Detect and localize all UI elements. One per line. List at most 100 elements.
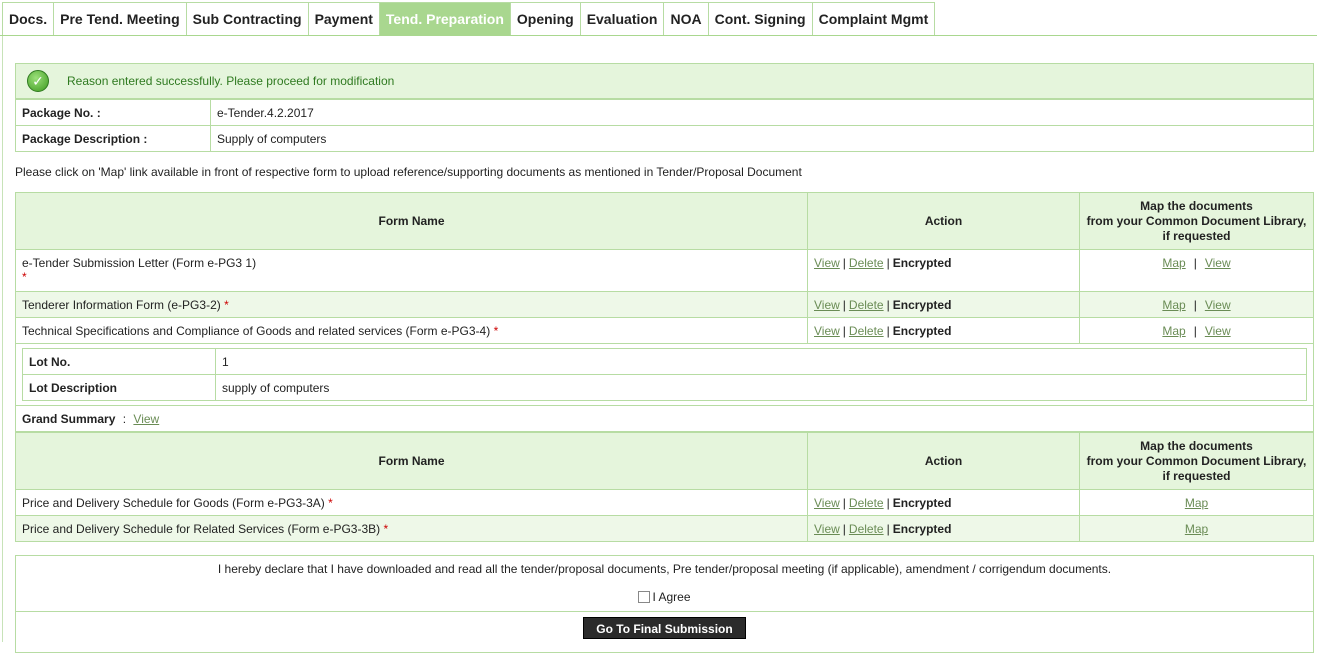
table-row: Price and Delivery Schedule for Goods (F… <box>15 489 1314 516</box>
lot-section: Lot No. 1 Lot Description supply of comp… <box>15 344 1314 406</box>
package-no-label: Package No. : <box>15 99 211 126</box>
map-header-line3: if requested <box>1162 468 1231 483</box>
success-message-bar: ✓ Reason entered successfully. Please pr… <box>15 63 1314 99</box>
delete-link[interactable]: Delete <box>849 256 884 270</box>
table-row: e-Tender Submission Letter (Form e-PG3 1… <box>15 249 1314 292</box>
map-view-link[interactable]: View <box>1205 298 1231 312</box>
tab-sub-contracting[interactable]: Sub Contracting <box>185 2 309 36</box>
lot-no-label: Lot No. <box>22 348 216 375</box>
map-cell: Map <box>1079 515 1314 542</box>
top-tab-bar: Docs. Pre Tend. Meeting Sub Contracting … <box>2 2 936 36</box>
required-marker: * <box>493 323 499 338</box>
lot-no-value: 1 <box>215 348 1307 375</box>
action-cell: View | Delete | Encrypted <box>807 249 1080 292</box>
action-cell: View | Delete | Encrypted <box>807 515 1080 542</box>
package-no-value: e-Tender.4.2.2017 <box>210 99 1314 126</box>
declaration-text: I hereby declare that I have downloaded … <box>217 562 1112 576</box>
tab-cont-signing[interactable]: Cont. Signing <box>707 2 813 36</box>
package-desc-row: Package Description : Supply of computer… <box>15 125 1314 152</box>
delete-link[interactable]: Delete <box>849 324 884 338</box>
required-marker: * <box>328 495 333 510</box>
map-header-line1: Map the documents <box>1140 198 1253 213</box>
package-no-row: Package No. : e-Tender.4.2.2017 <box>15 99 1314 126</box>
page-border <box>2 36 3 642</box>
lot-desc-value: supply of computers <box>215 374 1307 401</box>
action-cell: View | Delete | Encrypted <box>807 291 1080 318</box>
map-header-line2: from your Common Document Library, <box>1086 213 1307 228</box>
table-row: Tenderer Information Form (e-PG3-2) * Vi… <box>15 291 1314 318</box>
form-name-cell: Price and Delivery Schedule for Related … <box>15 515 808 542</box>
tab-evaluation[interactable]: Evaluation <box>579 2 665 36</box>
grand-summary-view-link[interactable]: View <box>133 412 159 426</box>
lot-no-row: Lot No. 1 <box>22 348 1307 375</box>
form-name-cell: Technical Specifications and Compliance … <box>15 317 808 344</box>
action-header: Action <box>807 192 1080 250</box>
grand-summary-row: Grand Summary : View <box>15 406 1314 432</box>
declaration-box: I hereby declare that I have downloaded … <box>15 555 1314 653</box>
view-link[interactable]: View <box>814 324 840 338</box>
form-name: e-Tender Submission Letter (Form e-PG3 1… <box>22 256 257 270</box>
lot-desc-row: Lot Description supply of computers <box>22 374 1307 401</box>
map-link[interactable]: Map <box>1185 496 1208 510</box>
grand-summary-colon: : <box>122 412 127 426</box>
map-view-link[interactable]: View <box>1205 256 1231 270</box>
main-content: ✓ Reason entered successfully. Please pr… <box>15 63 1314 653</box>
view-link[interactable]: View <box>814 522 840 536</box>
forms-header-row: Form Name Action Map the documents from … <box>15 192 1314 250</box>
action-header: Action <box>807 432 1080 490</box>
delete-link[interactable]: Delete <box>849 522 884 536</box>
price-forms-table: Form Name Action Map the documents from … <box>15 432 1314 542</box>
agree-checkbox[interactable] <box>638 590 651 603</box>
forms-table: Form Name Action Map the documents from … <box>15 192 1314 344</box>
tab-noa[interactable]: NOA <box>663 2 709 36</box>
grand-summary-label: Grand Summary <box>22 412 116 426</box>
form-name: Tenderer Information Form (e-PG3-2) <box>22 297 221 312</box>
map-link[interactable]: Map <box>1162 256 1185 270</box>
tab-docs[interactable]: Docs. <box>2 2 55 36</box>
package-info-table: Package No. : e-Tender.4.2.2017 Package … <box>15 99 1314 152</box>
tab-divider <box>0 35 1317 36</box>
form-name-cell: Price and Delivery Schedule for Goods (F… <box>15 489 808 516</box>
agree-label: I Agree <box>652 589 691 604</box>
form-name: Price and Delivery Schedule for Goods (F… <box>22 495 325 510</box>
table-row: Technical Specifications and Compliance … <box>15 317 1314 344</box>
package-desc-value: Supply of computers <box>210 125 1314 152</box>
price-forms-header-row: Form Name Action Map the documents from … <box>15 432 1314 490</box>
encrypted-label: Encrypted <box>892 256 952 270</box>
map-cell: Map | View <box>1079 291 1314 318</box>
package-desc-label: Package Description : <box>15 125 211 152</box>
checkmark-icon: ✓ <box>27 70 49 92</box>
map-link[interactable]: Map <box>1185 522 1208 536</box>
form-name-cell: e-Tender Submission Letter (Form e-PG3 1… <box>15 249 808 292</box>
view-link[interactable]: View <box>814 298 840 312</box>
map-link[interactable]: Map <box>1162 298 1185 312</box>
instruction-text: Please click on 'Map' link available in … <box>15 165 802 179</box>
tab-pre-tend-meeting[interactable]: Pre Tend. Meeting <box>53 2 187 36</box>
lot-desc-label: Lot Description <box>22 374 216 401</box>
tab-opening[interactable]: Opening <box>509 2 581 36</box>
map-view-link[interactable]: View <box>1205 324 1231 338</box>
form-name-cell: Tenderer Information Form (e-PG3-2) * <box>15 291 808 318</box>
tab-complaint-mgmt[interactable]: Complaint Mgmt <box>811 2 936 36</box>
tab-payment[interactable]: Payment <box>307 2 380 36</box>
delete-link[interactable]: Delete <box>849 298 884 312</box>
map-header-line1: Map the documents <box>1140 438 1253 453</box>
map-header-line2: from your Common Document Library, <box>1086 453 1307 468</box>
map-documents-header: Map the documents from your Common Docum… <box>1079 432 1314 490</box>
table-row: Price and Delivery Schedule for Related … <box>15 515 1314 542</box>
agree-row: I Agree <box>16 582 1313 612</box>
action-cell: View | Delete | Encrypted <box>807 489 1080 516</box>
encrypted-label: Encrypted <box>892 297 952 312</box>
required-marker: * <box>22 270 27 284</box>
tab-tend-preparation[interactable]: Tend. Preparation <box>378 2 511 36</box>
required-marker: * <box>383 521 389 536</box>
encrypted-label: Encrypted <box>892 495 952 510</box>
delete-link[interactable]: Delete <box>849 496 884 510</box>
final-submission-button[interactable]: Go To Final Submission <box>583 617 746 639</box>
map-header-line3: if requested <box>1162 228 1231 243</box>
map-link[interactable]: Map <box>1162 324 1185 338</box>
form-name: Technical Specifications and Compliance … <box>22 323 491 338</box>
view-link[interactable]: View <box>814 256 840 270</box>
map-cell: Map | View <box>1079 317 1314 344</box>
view-link[interactable]: View <box>814 496 840 510</box>
